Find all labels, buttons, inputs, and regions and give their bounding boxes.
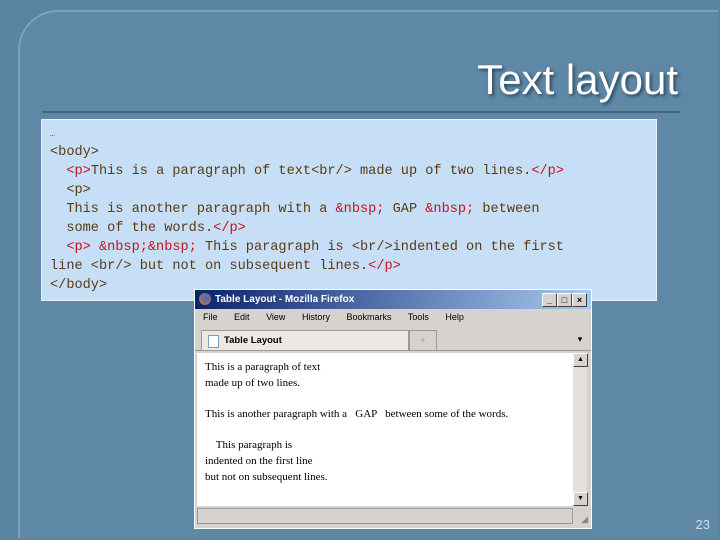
vertical-scrollbar[interactable]: ▲ ▼ bbox=[573, 353, 588, 506]
resize-grip-icon[interactable]: ◢ bbox=[581, 514, 588, 525]
page-icon bbox=[208, 335, 219, 348]
code-line: <p> &nbsp;&nbsp; This paragraph is <br/>… bbox=[50, 240, 564, 255]
menu-edit[interactable]: Edit bbox=[234, 312, 250, 322]
title-divider bbox=[42, 111, 680, 113]
code-line: This is another paragraph with a &nbsp; … bbox=[50, 202, 539, 217]
firefox-icon bbox=[199, 293, 211, 305]
menu-help[interactable]: Help bbox=[445, 312, 464, 322]
code-token: <p> &nbsp;&nbsp; bbox=[66, 240, 197, 255]
code-line: line <br/> but not on subsequent lines.<… bbox=[50, 259, 401, 274]
window-title: Table Layout - Mozilla Firefox bbox=[215, 294, 355, 305]
code-token: </p> bbox=[213, 221, 246, 236]
maximize-button[interactable]: □ bbox=[557, 293, 572, 307]
minimize-button[interactable]: _ bbox=[542, 293, 557, 307]
scroll-up-button[interactable]: ▲ bbox=[573, 353, 588, 367]
code-token: line <br/> but not on subsequent lines. bbox=[50, 259, 369, 274]
scroll-down-button[interactable]: ▼ bbox=[573, 492, 588, 506]
status-bar bbox=[197, 508, 573, 524]
code-token: &nbsp; bbox=[425, 202, 475, 217]
menu-file[interactable]: File bbox=[203, 312, 218, 322]
code-token: <body> bbox=[50, 145, 99, 160]
tab-label: Table Layout bbox=[224, 335, 282, 346]
content-paragraph-1: This is a paragraph of text made up of t… bbox=[205, 361, 321, 389]
code-token: GAP bbox=[384, 202, 426, 217]
code-token: This is another paragraph with a bbox=[50, 202, 336, 217]
slide-title: Text layout bbox=[477, 56, 678, 103]
code-token: </body> bbox=[50, 278, 108, 293]
code-token: </p> bbox=[368, 259, 401, 274]
menu-history[interactable]: History bbox=[302, 312, 330, 322]
content-paragraph-2: This is another paragraph with a GAP bet… bbox=[205, 408, 509, 420]
title-bar: Table Layout - Mozilla Firefox _ □ × bbox=[195, 290, 591, 309]
menu-bar: File Edit View History Bookmarks Tools H… bbox=[195, 309, 591, 326]
close-button[interactable]: × bbox=[572, 293, 587, 307]
code-token: some of the words. bbox=[50, 221, 214, 236]
menu-view[interactable]: View bbox=[266, 312, 285, 322]
code-line: some of the words.</p> bbox=[50, 221, 246, 236]
code-line: <p> bbox=[50, 183, 91, 198]
code-token: between bbox=[474, 202, 540, 217]
code-token: &nbsp; bbox=[335, 202, 385, 217]
menu-tools[interactable]: Tools bbox=[408, 312, 429, 322]
code-line: … bbox=[50, 130, 55, 139]
code-block: … <body> <p>This is a paragraph of text<b… bbox=[41, 119, 657, 301]
code-token: <p> bbox=[66, 164, 91, 179]
page-content: This is a paragraph of text made up of t… bbox=[197, 353, 573, 506]
code-token: This is a paragraph of text<br/> made up… bbox=[90, 164, 532, 179]
tab-list-button[interactable]: ▾ bbox=[573, 330, 587, 349]
tab-bar: Table Layout + ▾ bbox=[195, 326, 591, 351]
new-tab-button[interactable]: + bbox=[409, 330, 437, 351]
menu-bookmarks[interactable]: Bookmarks bbox=[346, 312, 391, 322]
code-line: </body> bbox=[50, 278, 107, 293]
code-line: <body> bbox=[50, 145, 99, 160]
tab-table-layout[interactable]: Table Layout bbox=[201, 330, 409, 350]
code-token: <p> bbox=[50, 183, 91, 198]
code-token: This paragraph is <br/>indented on the f… bbox=[196, 240, 564, 255]
code-token: </p> bbox=[531, 164, 564, 179]
code-token: … bbox=[50, 130, 55, 139]
firefox-window: Table Layout - Mozilla Firefox _ □ × Fil… bbox=[194, 289, 592, 529]
content-paragraph-3: This paragraph is indented on the first … bbox=[205, 439, 328, 483]
page-number: 23 bbox=[695, 517, 710, 532]
code-line: <p>This is a paragraph of text<br/> made… bbox=[50, 164, 564, 179]
